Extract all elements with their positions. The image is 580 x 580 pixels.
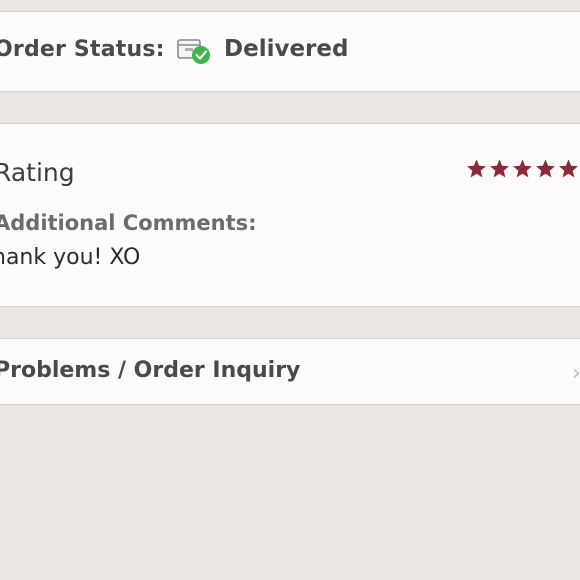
- star-rating[interactable]: [466, 158, 579, 179]
- additional-comments-text: hank you! XO: [0, 245, 141, 270]
- additional-comments-label: Additional Comments:: [0, 211, 257, 235]
- star-icon[interactable]: [535, 158, 556, 179]
- order-status-label: Order Status:: [0, 37, 165, 62]
- problems-order-inquiry-row[interactable]: Problems / Order Inquiry ›: [0, 338, 580, 405]
- order-status-card: Order Status: Delivered: [0, 11, 580, 92]
- problems-order-inquiry-label: Problems / Order Inquiry: [0, 358, 301, 383]
- star-icon[interactable]: [466, 158, 487, 179]
- star-icon[interactable]: [512, 158, 533, 179]
- chevron-right-icon: ›: [572, 361, 580, 386]
- star-icon[interactable]: [489, 158, 510, 179]
- star-icon[interactable]: [558, 158, 579, 179]
- rating-card: Rating Additional Comments: hank you! XO: [0, 123, 580, 307]
- package-delivered-icon: [176, 32, 214, 66]
- order-status-value: Delivered: [224, 36, 349, 62]
- rating-title: Rating: [0, 158, 75, 187]
